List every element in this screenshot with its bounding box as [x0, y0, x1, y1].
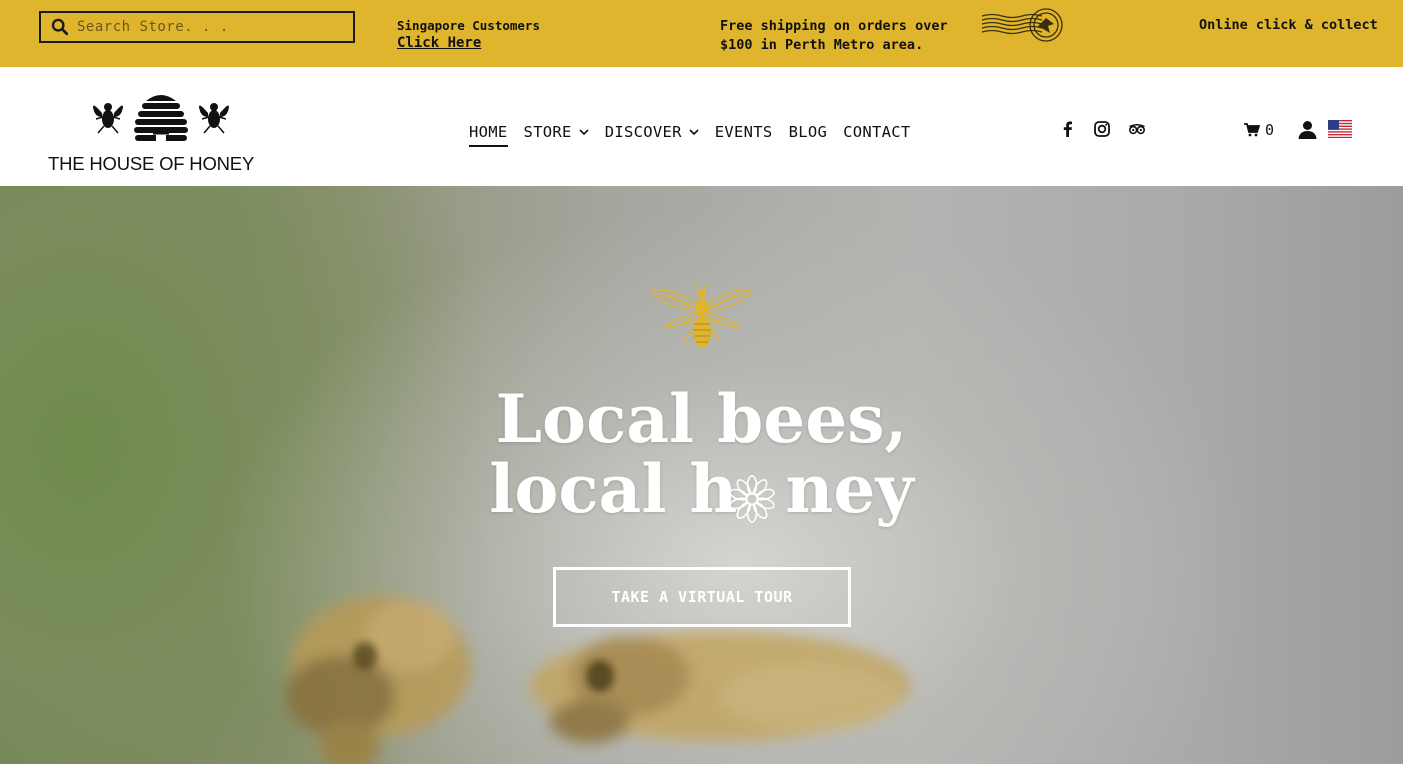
- facebook-icon[interactable]: [1059, 120, 1077, 138]
- hero-title-line-2-start: local h: [489, 450, 738, 528]
- shipping-notice: Free shipping on orders over $100 in Per…: [720, 17, 970, 55]
- singapore-notice: Singapore Customers Click Here: [397, 17, 540, 52]
- singapore-click-here-link[interactable]: Click Here: [397, 35, 481, 51]
- us-flag-icon[interactable]: [1328, 120, 1352, 138]
- logo-text: THE HOUSE OF HONEY: [48, 153, 255, 174]
- site-logo[interactable]: THE HOUSE OF HONEY: [46, 89, 276, 175]
- hero-title-line-2-end: ney: [785, 450, 914, 528]
- chevron-down-icon: [689, 129, 699, 136]
- gold-bee-icon: [650, 284, 754, 348]
- main-nav: HOME STORE DISCOVER EVENTS BLOG CONTACT: [469, 120, 927, 147]
- flower-icon: [729, 475, 775, 523]
- search-box[interactable]: [39, 11, 355, 43]
- hero-banner: Local bees, local h ney TAKE A VIRTUAL TO…: [0, 186, 1403, 764]
- hero-title-line-2: local h ney: [0, 454, 1403, 524]
- nav-item-label: BLOG: [788, 123, 828, 141]
- instagram-icon[interactable]: [1093, 120, 1111, 138]
- singapore-title: Singapore Customers: [397, 18, 540, 33]
- nav-item-label: HOME: [469, 123, 508, 141]
- postmark-stamp-icon: [981, 8, 1063, 42]
- search-input[interactable]: [77, 19, 337, 35]
- site-header: THE HOUSE OF HONEY HOME STORE DISCOVER E…: [0, 67, 1403, 186]
- nav-item-contact[interactable]: CONTACT: [843, 120, 910, 144]
- chevron-down-icon: [579, 129, 589, 136]
- nav-item-home[interactable]: HOME: [469, 120, 508, 147]
- announcement-bar: Singapore Customers Click Here Free ship…: [0, 0, 1403, 67]
- cart-count: 0: [1265, 121, 1275, 139]
- nav-item-events[interactable]: EVENTS: [715, 120, 773, 144]
- nav-item-label: DISCOVER: [604, 123, 682, 141]
- hero-title-line-1: Local bees,: [495, 380, 908, 458]
- beehive-logo-icon: [93, 95, 229, 141]
- tripadvisor-icon[interactable]: [1128, 120, 1146, 138]
- nav-item-label: EVENTS: [714, 123, 773, 141]
- shipping-line-2: $100 in Perth Metro area.: [720, 37, 924, 53]
- nav-item-blog[interactable]: BLOG: [789, 120, 828, 144]
- nav-item-discover[interactable]: DISCOVER: [605, 120, 699, 144]
- nav-item-store[interactable]: STORE: [524, 120, 589, 144]
- hero-title: Local bees, local h ney: [0, 384, 1403, 524]
- cart-button[interactable]: 0: [1244, 121, 1274, 139]
- nav-item-label: STORE: [523, 123, 572, 141]
- cart-icon: [1244, 123, 1260, 137]
- account-icon[interactable]: [1298, 120, 1317, 139]
- virtual-tour-button[interactable]: TAKE A VIRTUAL TOUR: [553, 567, 851, 627]
- shipping-line-1: Free shipping on orders over: [720, 18, 948, 34]
- search-icon[interactable]: [51, 18, 69, 36]
- nav-item-label: CONTACT: [843, 123, 911, 141]
- click-and-collect-notice: Online click & collect: [1199, 17, 1378, 33]
